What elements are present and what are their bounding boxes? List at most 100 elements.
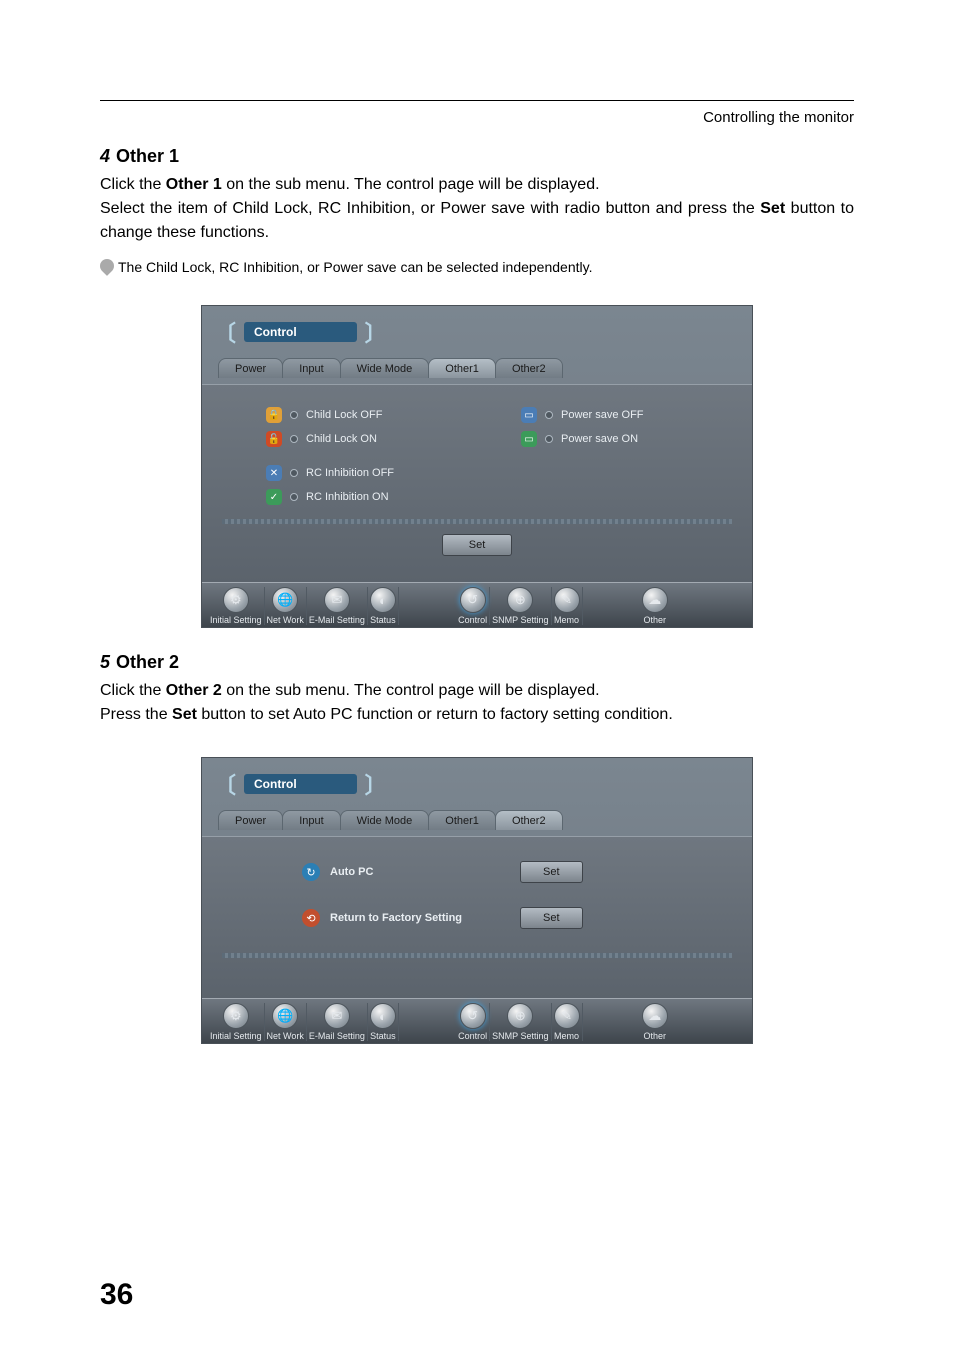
tab-power[interactable]: Power	[218, 358, 283, 378]
bracket-icon: 〔	[214, 316, 236, 348]
snmp-icon: ⊕	[507, 587, 533, 613]
mail-icon: ✉	[324, 1003, 350, 1029]
set-button[interactable]: Set	[442, 534, 513, 556]
panel-title: Control	[244, 322, 357, 342]
globe-icon: 🌐	[272, 587, 298, 613]
nav-label: Memo	[554, 1031, 579, 1041]
nav-snmp-setting[interactable]: ⊕ SNMP Setting	[490, 1003, 551, 1041]
nav-label: Net Work	[267, 1031, 304, 1041]
radio-label: Power save OFF	[561, 409, 644, 421]
status-icon: ◐	[370, 1003, 396, 1029]
factory-reset-label: Return to Factory Setting	[330, 912, 462, 924]
status-icon: ◐	[370, 587, 396, 613]
memo-icon: ✎	[554, 1003, 580, 1029]
tab-other1[interactable]: Other1	[428, 810, 496, 830]
section-number: 5	[100, 652, 110, 672]
set-button-factory[interactable]: Set	[520, 907, 583, 929]
nav-label: Control	[458, 615, 487, 625]
tab-other2[interactable]: Other2	[495, 358, 563, 378]
section-5-body: Click the Other 2 on the sub menu. The c…	[100, 679, 854, 727]
tab-input[interactable]: Input	[282, 810, 340, 830]
radio-icon	[545, 435, 553, 443]
nav-control[interactable]: ↺ Control	[456, 1003, 490, 1041]
nav-net-work[interactable]: 🌐 Net Work	[265, 1003, 307, 1041]
nav-other[interactable]: ☁ Other	[640, 1003, 670, 1041]
nav-other[interactable]: ☁Other	[640, 587, 670, 625]
nav-status[interactable]: ◐ Status	[368, 1003, 399, 1041]
wrench-icon: ⚙	[223, 587, 249, 613]
note-text: The Child Lock, RC Inhibition, or Power …	[118, 259, 592, 275]
mail-icon: ✉	[324, 587, 350, 613]
radio-icon	[290, 469, 298, 477]
tab-other2[interactable]: Other2	[495, 810, 563, 830]
tab-wide-mode[interactable]: Wide Mode	[340, 810, 430, 830]
bracket-icon: 〔	[214, 768, 236, 800]
nav-label: Status	[370, 1031, 396, 1041]
nav-control[interactable]: ↺ Control	[456, 587, 490, 625]
wrench-icon: ⚙	[223, 1003, 249, 1029]
panel-title: Control	[244, 774, 357, 794]
radio-label: Child Lock OFF	[306, 409, 382, 421]
control-icon: ↺	[460, 587, 486, 613]
snmp-icon: ⊕	[507, 1003, 533, 1029]
globe-icon: 🌐	[272, 1003, 298, 1029]
nav-e-mail-setting[interactable]: ✉E-Mail Setting	[307, 1003, 368, 1041]
radio-child-lock-off[interactable]: 🔒 Child Lock OFF	[222, 403, 477, 427]
nav-label: Other	[643, 1031, 666, 1041]
tabs-row: Power Input Wide Mode Other1 Other2	[218, 358, 740, 378]
tab-power[interactable]: Power	[218, 810, 283, 830]
nav-label: Memo	[554, 615, 579, 625]
monitor-on-icon: ▭	[521, 431, 537, 447]
other-icon: ☁	[642, 1003, 668, 1029]
radio-power-save-on[interactable]: ▭ Power save ON	[477, 427, 732, 451]
nav-initial-setting[interactable]: ⚙ Initial Setting	[208, 1003, 265, 1041]
radio-label: RC Inhibition OFF	[306, 467, 394, 479]
tab-wide-mode[interactable]: Wide Mode	[340, 358, 430, 378]
nav-e-mail-setting[interactable]: ✉E-Mail Setting	[307, 587, 368, 625]
control-icon: ↺	[460, 1003, 486, 1029]
section-4-body: Click the Other 1 on the sub menu. The c…	[100, 173, 854, 245]
radio-child-lock-on[interactable]: 🔓 Child Lock ON	[222, 427, 477, 451]
radio-power-save-off[interactable]: ▭ Power save OFF	[477, 403, 732, 427]
nav-snmp-setting[interactable]: ⊕ SNMP Setting	[490, 587, 551, 625]
monitor-off-icon: ▭	[521, 407, 537, 423]
nav-label: Status	[370, 615, 396, 625]
section-4-title: 4 Other 1	[100, 146, 854, 167]
bracket-icon: 〕	[365, 768, 387, 800]
nav-label: Initial Setting	[210, 615, 262, 625]
nav-label: SNMP Setting	[492, 1031, 548, 1041]
section-label: Other 1	[116, 146, 179, 166]
nav-initial-setting[interactable]: ⚙ Initial Setting	[208, 587, 265, 625]
radio-label: Child Lock ON	[306, 433, 377, 445]
section-number: 4	[100, 146, 110, 166]
nav-label: Initial Setting	[210, 1031, 262, 1041]
nav-label: SNMP Setting	[492, 615, 548, 625]
radio-label: Power save ON	[561, 433, 638, 445]
footer-nav: ⚙ Initial Setting 🌐 Net Work ✉E-Mail Setti…	[202, 998, 752, 1043]
radio-rc-inhibition-off[interactable]: ✕ RC Inhibition OFF	[222, 461, 477, 485]
lock-open-icon: 🔓	[266, 431, 282, 447]
tab-input[interactable]: Input	[282, 358, 340, 378]
nav-status[interactable]: ◐ Status	[368, 587, 399, 625]
nav-memo[interactable]: ✎ Memo	[552, 1003, 583, 1041]
set-button-auto-pc[interactable]: Set	[520, 861, 583, 883]
section-4-note: The Child Lock, RC Inhibition, or Power …	[100, 259, 854, 275]
tab-other1[interactable]: Other1	[428, 358, 496, 378]
section-5-title: 5Other 2	[100, 652, 854, 673]
nav-label: Control	[458, 1031, 487, 1041]
nav-label: Net Work	[267, 615, 304, 625]
nav-net-work[interactable]: 🌐 Net Work	[265, 587, 307, 625]
bracket-icon: 〕	[365, 316, 387, 348]
header-section-title: Controlling the monitor	[100, 109, 854, 126]
page-number: 36	[100, 1278, 133, 1312]
factory-reset-row: ⟲ Return to Factory Setting Set	[302, 907, 732, 929]
footer-nav: ⚙ Initial Setting 🌐 Net Work ✉E-Mail Setti…	[202, 582, 752, 627]
refresh-icon: ↻	[302, 863, 320, 881]
nav-memo[interactable]: ✎Memo	[552, 587, 583, 625]
lock-closed-icon: 🔒	[266, 407, 282, 423]
radio-icon	[290, 435, 298, 443]
remote-on-icon: ✓	[266, 489, 282, 505]
control-panel-other1: 〔 Control 〕 Power Input Wide Mode Other1…	[201, 305, 753, 628]
nav-label: Other	[643, 615, 666, 625]
radio-rc-inhibition-on[interactable]: ✓ RC Inhibition ON	[222, 485, 477, 509]
